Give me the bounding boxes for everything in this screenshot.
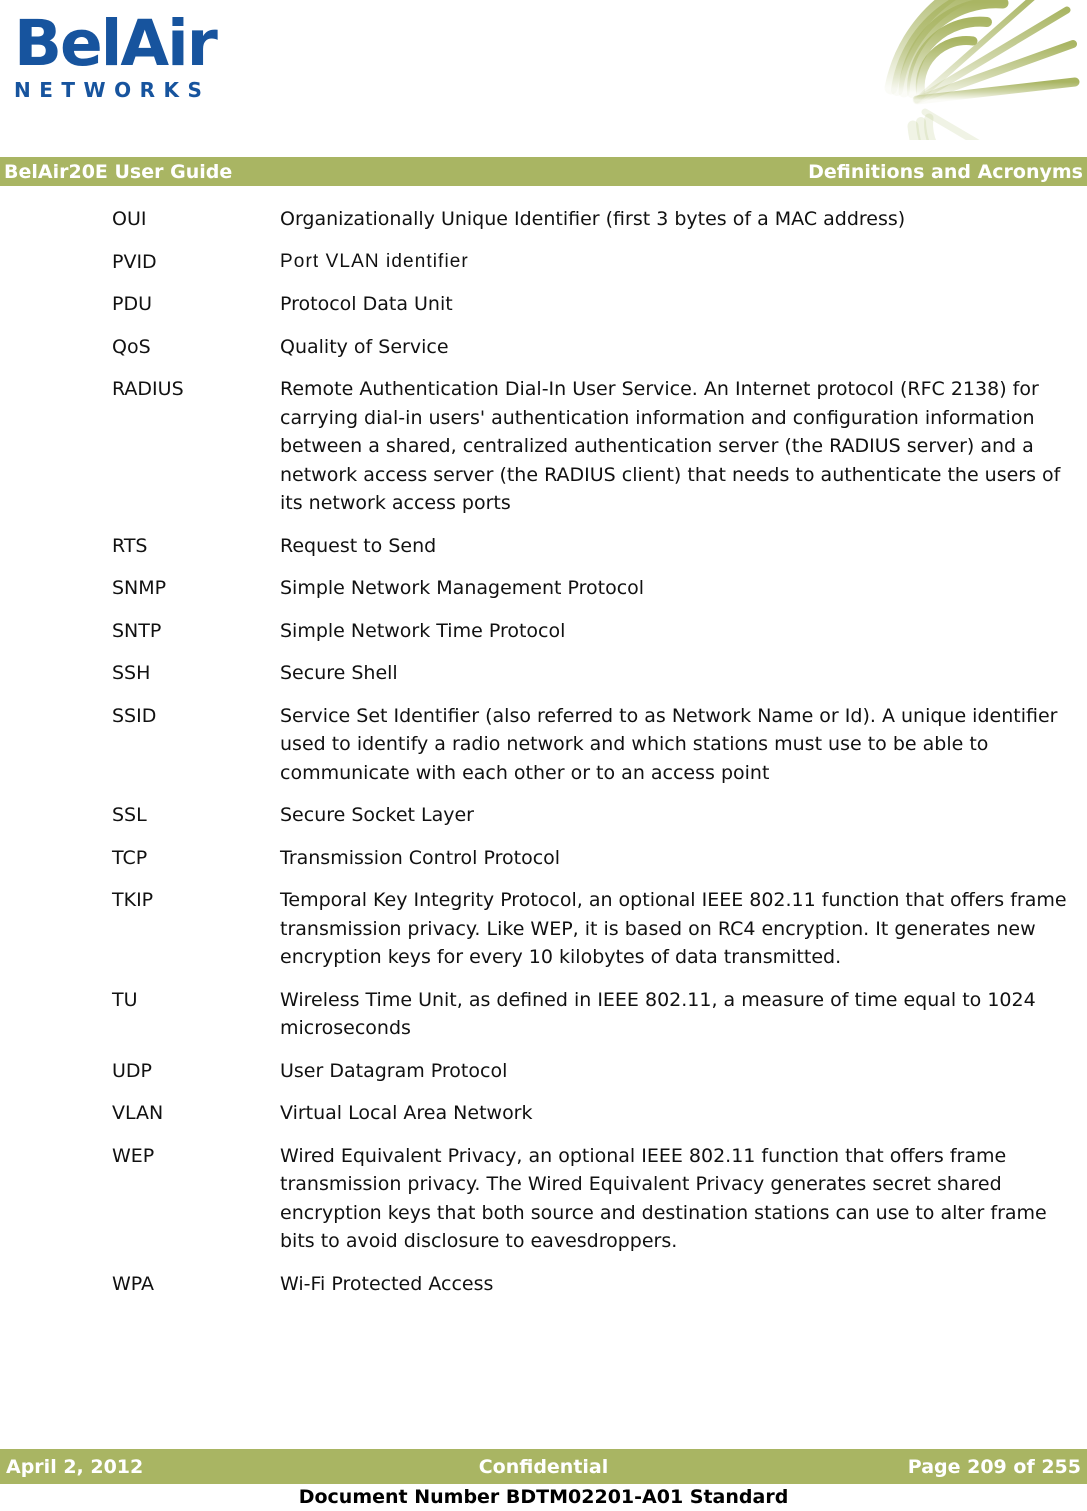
glossary-entry: SSID Service Set Identifier (also referr… — [0, 702, 1087, 788]
glossary-definition: Organizationally Unique Identifier (firs… — [280, 208, 906, 230]
logo-wordmark: BelAir — [14, 7, 218, 80]
glossary-term: QoS — [112, 335, 151, 358]
glossary-definition: Quality of Service — [280, 335, 449, 358]
glossary-definition: Port VLAN identifier — [280, 250, 469, 272]
glossary-definition: Remote Authentication Dial-In User Servi… — [280, 378, 1061, 514]
glossary-entry: WPA Wi-Fi Protected Access — [0, 1270, 1087, 1299]
glossary-definition: Secure Shell — [280, 662, 398, 684]
glossary-definition: Temporal Key Integrity Protocol, an opti… — [280, 889, 1067, 968]
glossary-entry: SNTP Simple Network Time Protocol — [0, 617, 1087, 646]
glossary-term: TKIP — [112, 889, 154, 911]
glossary-term: OUI — [112, 208, 147, 230]
glossary-definition: Request to Send — [280, 534, 437, 557]
glossary-entry: VLAN Virtual Local Area Network — [0, 1099, 1087, 1128]
belair-networks-logo: BelAir NETWORKS — [14, 7, 244, 102]
wireless-waves-graphic — [877, 0, 1087, 155]
glossary-definition: Wi-Fi Protected Access — [280, 1272, 494, 1295]
glossary-definition: Simple Network Management Protocol — [280, 577, 645, 599]
glossary-definition: Wired Equivalent Privacy, an optional IE… — [280, 1144, 1047, 1253]
glossary-term: SSH — [112, 662, 151, 684]
glossary-definition: Secure Socket Layer — [280, 804, 474, 826]
glossary-term: VLAN — [112, 1102, 164, 1124]
glossary-entry: OUI Organizationally Unique Identifier (… — [0, 205, 1087, 234]
glossary-term: SSID — [112, 704, 157, 727]
glossary-definition: Protocol Data Unit — [280, 293, 453, 315]
glossary-list: OUI Organizationally Unique Identifier (… — [0, 205, 1087, 1312]
glossary-definition: User Datagram Protocol — [280, 1059, 508, 1082]
glossary-term: RTS — [112, 534, 148, 557]
glossary-term: SNMP — [112, 577, 167, 599]
glossary-entry: SSH Secure Shell — [0, 659, 1087, 688]
glossary-definition: Wireless Time Unit, as defined in IEEE 8… — [280, 988, 1036, 1040]
glossary-term: PDU — [112, 293, 152, 315]
glossary-entry: QoS Quality of Service — [0, 333, 1087, 362]
glossary-term: SSL — [112, 804, 147, 826]
footer-page-number: Page 209 of 255 — [907, 1455, 1081, 1478]
footer-classification: Confidential — [478, 1455, 609, 1478]
glossary-entry: SNMP Simple Network Management Protocol — [0, 574, 1087, 603]
logo-tagline: NETWORKS — [14, 77, 211, 102]
glossary-definition: Simple Network Time Protocol — [280, 619, 566, 642]
glossary-term: TU — [112, 988, 138, 1011]
glossary-term: PVID — [112, 250, 157, 273]
glossary-term: UDP — [112, 1059, 152, 1082]
glossary-term: WPA — [112, 1272, 155, 1295]
glossary-entry: SSL Secure Socket Layer — [0, 801, 1087, 830]
glossary-term: WEP — [112, 1144, 155, 1167]
glossary-entry: TKIP Temporal Key Integrity Protocol, an… — [0, 886, 1087, 972]
glossary-definition: Virtual Local Area Network — [280, 1102, 533, 1124]
document-title: BelAir20E User Guide — [4, 160, 233, 183]
glossary-term: RADIUS — [112, 378, 184, 400]
glossary-definition: Service Set Identifier (also referred to… — [280, 704, 1058, 784]
glossary-entry: UDP User Datagram Protocol — [0, 1057, 1087, 1086]
section-title: Definitions and Acronyms — [808, 160, 1083, 183]
footer-document-number: Document Number BDTM02201-A01 Standard — [298, 1486, 789, 1508]
footer-date: April 2, 2012 — [6, 1455, 144, 1478]
glossary-entry: RADIUS Remote Authentication Dial-In Use… — [0, 375, 1087, 518]
glossary-entry: RTS Request to Send — [0, 532, 1087, 561]
page-footer-bar: April 2, 2012 Confidential Page 209 of 2… — [0, 1449, 1087, 1484]
glossary-entry: TCP Transmission Control Protocol — [0, 844, 1087, 873]
glossary-term: TCP — [112, 846, 148, 869]
glossary-definition: Transmission Control Protocol — [280, 846, 561, 869]
glossary-term: SNTP — [112, 619, 162, 642]
masthead: BelAir NETWORKS — [0, 0, 1087, 155]
glossary-entry: WEP Wired Equivalent Privacy, an optiona… — [0, 1142, 1087, 1256]
glossary-entry: PDU Protocol Data Unit — [0, 290, 1087, 319]
glossary-entry: TU Wireless Time Unit, as defined in IEE… — [0, 986, 1087, 1043]
glossary-entry: PVID Port VLAN identifier — [0, 248, 1087, 277]
page-header-bar: BelAir20E User Guide Definitions and Acr… — [0, 157, 1087, 186]
